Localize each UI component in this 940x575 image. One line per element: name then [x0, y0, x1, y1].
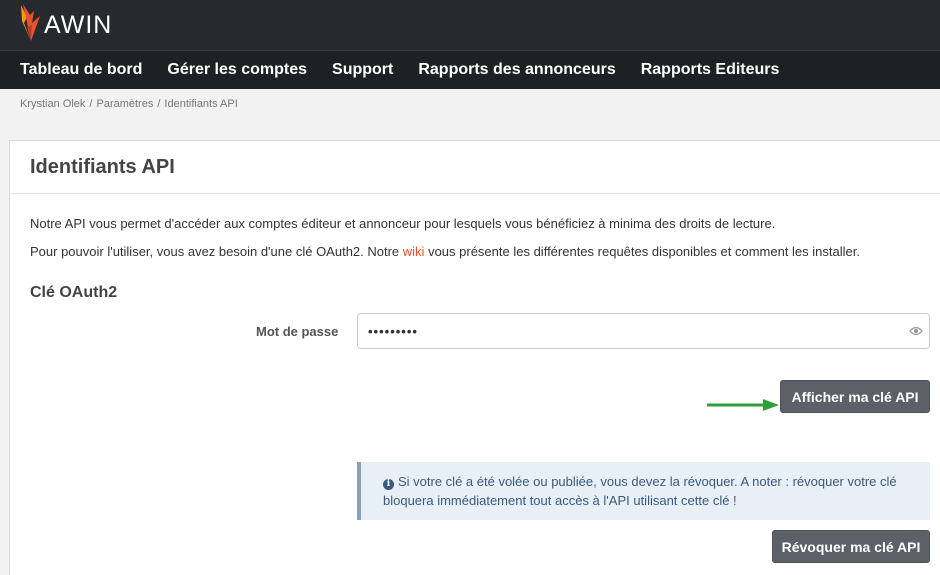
top-bar: AWIN: [0, 0, 940, 50]
awin-flame-icon: [21, 4, 40, 41]
nav-item-support[interactable]: Support: [332, 61, 393, 79]
nav-item-manage-accounts[interactable]: Gérer les comptes: [167, 61, 307, 79]
awin-logo[interactable]: AWIN: [18, 3, 112, 43]
nav-item-publisher-reports[interactable]: Rapports Editeurs: [641, 61, 780, 79]
password-value: •••••••••: [368, 324, 418, 339]
breadcrumb: Krystian Olek / Paramètres / Identifiants AP…: [20, 98, 238, 110]
password-field[interactable]: •••••••••: [357, 313, 930, 349]
api-credentials-panel: Identifiants API Notre API vous permet d…: [9, 140, 940, 575]
description-text-before: Pour pouvoir l'utiliser, vous avez besoi…: [30, 244, 403, 259]
brand-name: AWIN: [44, 10, 113, 39]
panel-header: Identifiants API: [10, 141, 940, 194]
breadcrumb-separator: /: [157, 98, 161, 110]
page-title: Identifiants API: [30, 155, 175, 178]
nav-item-advertiser-reports[interactable]: Rapports des annonceurs: [418, 61, 615, 79]
section-title-oauth2: Clé OAuth2: [30, 284, 118, 301]
revoke-api-key-button[interactable]: Révoquer ma clé API: [772, 530, 930, 563]
breadcrumb-current: Identifiants API: [164, 98, 238, 110]
eye-icon[interactable]: [909, 325, 923, 337]
info-icon: i: [383, 479, 394, 490]
breadcrumb-user[interactable]: Krystian Olek: [20, 98, 85, 110]
nav-item-dashboard[interactable]: Tableau de bord: [20, 61, 142, 79]
show-api-key-button[interactable]: Afficher ma clé API: [780, 380, 930, 413]
green-arrow-annotation: [707, 399, 779, 411]
alert-text: Si votre clé a été volée ou publiée, vou…: [383, 474, 897, 508]
breadcrumb-separator: /: [89, 98, 93, 110]
password-label: Mot de passe: [256, 324, 339, 339]
description-paragraph-1: Notre API vous permet d'accéder aux comp…: [30, 216, 776, 231]
wiki-link[interactable]: wiki: [403, 244, 425, 259]
revoke-warning-alert: i Si votre clé a été volée ou publiée, vo…: [357, 462, 930, 520]
main-nav: Tableau de bord Gérer les comptes Suppor…: [0, 50, 940, 89]
description-text-after: vous présente les différentes requêtes d…: [424, 244, 860, 259]
description-paragraph-2: Pour pouvoir l'utiliser, vous avez besoi…: [30, 244, 860, 259]
breadcrumb-settings[interactable]: Paramètres: [96, 98, 153, 110]
